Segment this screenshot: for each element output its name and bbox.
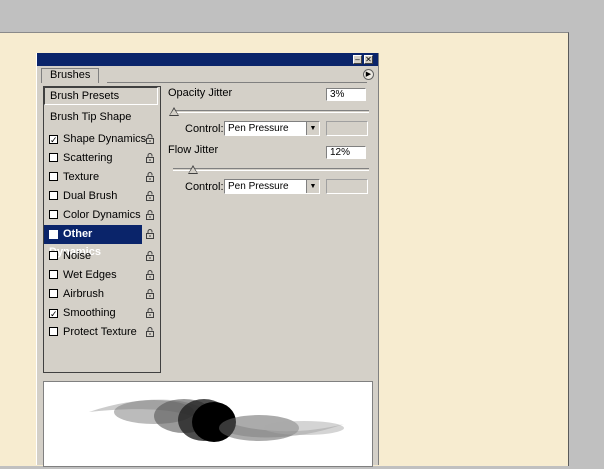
lock-icon[interactable]	[146, 251, 155, 261]
opacity-control-select[interactable]: Pen Pressure ▼	[224, 121, 320, 136]
airbrush-label: Airbrush	[63, 288, 104, 300]
lock-icon[interactable]	[146, 289, 155, 299]
protect-texture-checkbox[interactable]	[49, 327, 58, 336]
scattering-checkbox[interactable]	[49, 153, 58, 162]
brush-stroke-preview	[43, 381, 373, 467]
flow-control-label: Control:	[185, 181, 224, 193]
lock-icon[interactable]	[146, 153, 155, 163]
list-item-scattering[interactable]: Scattering	[44, 149, 160, 168]
lock-icon[interactable]	[146, 191, 155, 201]
list-item-airbrush[interactable]: Airbrush	[44, 285, 160, 304]
shape-dynamics-label: Shape Dynamics	[63, 133, 147, 145]
list-item-texture[interactable]: Texture	[44, 168, 160, 187]
list-item-protect-texture[interactable]: Protect Texture	[44, 323, 160, 342]
protect-texture-label: Protect Texture	[63, 326, 137, 338]
workspace-background	[569, 32, 604, 465]
lock-icon[interactable]	[146, 270, 155, 280]
opacity-control-value: Pen Pressure	[228, 123, 289, 134]
flow-jitter-value[interactable]: 12%	[326, 146, 366, 159]
list-item-other-dynamics[interactable]: ✓ Other Dynamics	[44, 225, 142, 258]
smoothing-checkbox[interactable]: ✓	[49, 309, 58, 319]
scattering-label: Scattering	[63, 152, 113, 164]
color-dynamics-label: Color Dynamics	[63, 209, 141, 221]
brushes-panel: – ✕ Brushes ▶ Brush Presets Brush Tip Sh…	[36, 53, 379, 467]
lock-icon[interactable]	[146, 210, 155, 220]
list-item-noise[interactable]: Noise	[44, 247, 160, 266]
stroke-preview-graphic	[89, 399, 344, 442]
list-item-color-dynamics[interactable]: Color Dynamics	[44, 206, 160, 225]
list-item-wet-edges[interactable]: Wet Edges	[44, 266, 160, 285]
brush-settings-list: Brush Presets Brush Tip Shape ✓ Shape Dyn…	[43, 86, 161, 373]
flow-control-value: Pen Pressure	[228, 181, 289, 192]
brush-tip-shape-item[interactable]: Brush Tip Shape	[44, 108, 160, 126]
lock-icon[interactable]	[146, 172, 155, 182]
tab-brushes[interactable]: Brushes	[41, 68, 100, 83]
flow-jitter-slider[interactable]	[173, 168, 369, 171]
opacity-jitter-slider-thumb[interactable]	[169, 107, 179, 116]
opacity-jitter-slider[interactable]	[173, 110, 369, 113]
opacity-jitter-value[interactable]: 3%	[326, 88, 366, 101]
chevron-down-icon[interactable]: ▼	[306, 122, 319, 135]
texture-label: Texture	[63, 171, 100, 183]
minimize-icon[interactable]: –	[353, 55, 362, 64]
other-dynamics-checkbox[interactable]: ✓	[49, 230, 58, 240]
shape-dynamics-checkbox[interactable]: ✓	[49, 135, 58, 145]
dual-brush-label: Dual Brush	[63, 190, 118, 202]
noise-checkbox[interactable]	[49, 251, 58, 260]
opacity-minimum-field	[326, 121, 368, 136]
color-dynamics-checkbox[interactable]	[49, 210, 58, 219]
wet-edges-checkbox[interactable]	[49, 270, 58, 279]
smoothing-label: Smoothing	[63, 307, 116, 319]
tab-divider	[107, 74, 367, 83]
list-item-shape-dynamics[interactable]: ✓ Shape Dynamics	[44, 130, 160, 149]
list-item-dual-brush[interactable]: Dual Brush	[44, 187, 160, 206]
tab-row: Brushes ▶	[37, 66, 378, 83]
lock-icon[interactable]	[146, 229, 155, 239]
opacity-jitter-label: Opacity Jitter	[168, 87, 233, 99]
panel-titlebar[interactable]: – ✕	[37, 53, 378, 66]
lock-icon[interactable]	[146, 134, 155, 144]
flow-jitter-label: Flow Jitter	[168, 144, 219, 156]
dual-brush-checkbox[interactable]	[49, 191, 58, 200]
flow-minimum-field	[326, 179, 368, 194]
close-icon[interactable]: ✕	[364, 55, 373, 64]
texture-checkbox[interactable]	[49, 172, 58, 181]
other-dynamics-settings: Opacity Jitter 3% Control: Pen Pressure …	[168, 86, 378, 246]
brush-presets-button[interactable]: Brush Presets	[44, 87, 158, 105]
wet-edges-label: Wet Edges	[63, 269, 117, 281]
noise-label: Noise	[63, 250, 92, 262]
flow-control-select[interactable]: Pen Pressure ▼	[224, 179, 320, 194]
lock-icon[interactable]	[146, 308, 155, 318]
lock-icon[interactable]	[146, 327, 155, 337]
panel-menu-arrow-icon[interactable]: ▶	[363, 69, 374, 80]
list-item-smoothing[interactable]: ✓ Smoothing	[44, 304, 160, 323]
chevron-down-icon[interactable]: ▼	[306, 180, 319, 193]
flow-jitter-slider-thumb[interactable]	[188, 165, 198, 174]
airbrush-checkbox[interactable]	[49, 289, 58, 298]
opacity-control-label: Control:	[185, 123, 224, 135]
